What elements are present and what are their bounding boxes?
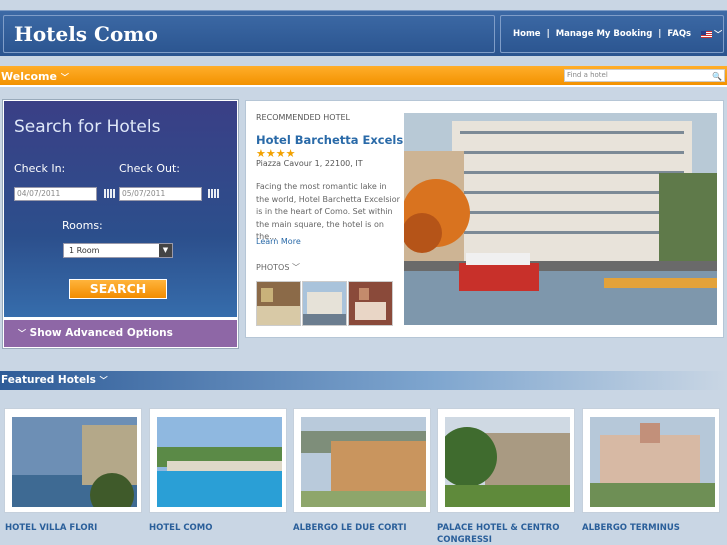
rooms-label: Rooms: xyxy=(62,219,103,232)
learn-more-link[interactable]: Learn More xyxy=(256,237,301,246)
nav-faqs[interactable]: FAQs xyxy=(667,29,691,39)
search-title: Search for Hotels xyxy=(14,117,161,137)
search-placeholder: Find a hotel xyxy=(567,71,608,79)
dropdown-arrow-icon[interactable]: ▼ xyxy=(159,244,172,257)
logo-box: Hotels Como xyxy=(3,15,495,53)
top-nav: Home | Manage My Booking | FAQs ﹀ xyxy=(500,15,724,53)
featured-hotel-photo[interactable] xyxy=(445,417,570,507)
featured-hotel-name[interactable]: HOTEL VILLA FLORI xyxy=(5,522,145,534)
featured-hotel-photo[interactable] xyxy=(157,417,282,507)
recommended-heading: RECOMMENDED HOTEL xyxy=(256,113,350,122)
photo-thumbnail[interactable] xyxy=(302,281,347,326)
featured-hotel-name[interactable]: ALBERGO TERMINUS xyxy=(582,522,722,534)
chevron-down-icon: ﹀ xyxy=(18,329,26,338)
advanced-options-toggle[interactable]: ﹀ Show Advanced Options xyxy=(4,317,237,347)
featured-hotels-label: Featured Hotels xyxy=(1,374,96,386)
photos-toggle[interactable]: PHOTOS ﹀ xyxy=(256,262,300,273)
nav-separator: | xyxy=(658,29,662,39)
recommended-hotel-photo[interactable] xyxy=(404,113,717,325)
check-in-field[interactable]: 04/07/2011 xyxy=(14,187,97,201)
chevron-down-icon: ﹀ xyxy=(291,263,300,272)
chevron-down-icon: ﹀ xyxy=(60,73,69,82)
photos-label: PHOTOS xyxy=(256,263,290,272)
chevron-down-icon: ﹀ xyxy=(99,376,108,385)
check-out-label: Check Out: xyxy=(119,162,180,175)
featured-hotel-card[interactable] xyxy=(582,408,720,513)
site-logo[interactable]: Hotels Como xyxy=(14,22,158,46)
photo-thumbnail[interactable] xyxy=(348,281,393,326)
recommended-hotel-name[interactable]: Hotel Barchetta Excelsior xyxy=(256,133,421,147)
search-button[interactable]: SEARCH xyxy=(69,279,167,299)
us-flag-icon[interactable] xyxy=(701,30,713,38)
hotel-search-input[interactable]: Find a hotel 🔍 xyxy=(564,69,725,82)
featured-hotel-photo[interactable] xyxy=(590,417,715,507)
photo-thumbnail[interactable] xyxy=(256,281,301,326)
search-panel: Search for Hotels Check In: Check Out: 0… xyxy=(3,100,238,348)
featured-hotel-name[interactable]: HOTEL COMO xyxy=(149,522,289,534)
featured-hotels-bar: Featured Hotels ﹀ xyxy=(0,371,727,390)
rooms-select[interactable]: 1 Room ▼ xyxy=(63,243,173,258)
check-out-field[interactable]: 05/07/2011 xyxy=(119,187,202,201)
calendar-icon[interactable] xyxy=(104,189,115,198)
hotel-address: Piazza Cavour 1, 22100, IT xyxy=(256,159,363,168)
featured-hotel-photo[interactable] xyxy=(301,417,426,507)
calendar-icon[interactable] xyxy=(208,189,219,198)
featured-hotels-toggle[interactable]: Featured Hotels ﹀ xyxy=(1,374,108,386)
welcome-label: Welcome xyxy=(1,70,57,83)
check-in-label: Check In: xyxy=(14,162,66,175)
featured-hotel-name[interactable]: PALACE HOTEL & CENTRO CONGRESSI xyxy=(437,522,577,545)
advanced-options-label: Show Advanced Options xyxy=(29,327,173,339)
chevron-down-icon[interactable]: ﹀ xyxy=(714,29,722,40)
recommended-hotel-panel: RECOMMENDED HOTEL Hotel Barchetta Excels… xyxy=(245,100,724,338)
hotel-description: Facing the most romantic lake in the wor… xyxy=(256,182,400,241)
welcome-menu[interactable]: Welcome ﹀ xyxy=(1,70,69,83)
featured-hotel-card[interactable] xyxy=(149,408,287,513)
featured-hotel-card[interactable] xyxy=(437,408,575,513)
featured-hotel-name[interactable]: ALBERGO LE DUE CORTI xyxy=(293,522,433,534)
site-header: Hotels Como Home | Manage My Booking | F… xyxy=(0,10,727,56)
nav-home[interactable]: Home xyxy=(513,29,541,39)
nav-manage-booking[interactable]: Manage My Booking xyxy=(556,29,653,39)
nav-separator: | xyxy=(546,29,550,39)
search-icon[interactable]: 🔍 xyxy=(712,71,722,82)
featured-hotel-card[interactable] xyxy=(4,408,142,513)
rooms-value: 1 Room xyxy=(69,246,100,255)
welcome-bar: Welcome ﹀ Find a hotel 🔍 xyxy=(0,66,727,87)
featured-hotel-photo[interactable] xyxy=(12,417,137,507)
featured-hotel-card[interactable] xyxy=(293,408,431,513)
